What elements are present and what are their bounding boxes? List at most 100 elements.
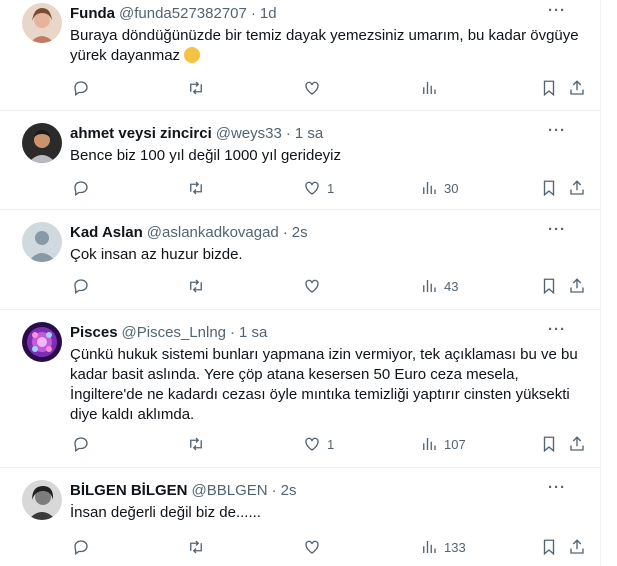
tweet-actions: 43: [70, 277, 584, 297]
tweet-text: Çok insan az huzur bizde.: [70, 246, 243, 263]
views-button[interactable]: 30: [420, 179, 458, 197]
more-options-button[interactable]: ···: [548, 2, 566, 19]
share-button[interactable]: [568, 538, 586, 556]
views-icon: [423, 280, 436, 292]
reply-button[interactable]: [72, 538, 90, 556]
tweet-text: Bence biz 100 yıl değil 1000 yıl geridey…: [70, 147, 341, 164]
retweet-icon: [190, 279, 202, 293]
bookmark-icon: [543, 80, 555, 97]
reply-icon: [74, 437, 88, 453]
tweet[interactable]: ahmet veysi zincirci @weys33 · 1 sa ··· …: [0, 111, 600, 210]
share-button[interactable]: [568, 179, 586, 197]
tweet[interactable]: Funda @funda527382707 · 1d ··· Buraya dö…: [0, 0, 600, 111]
avatar[interactable]: [22, 480, 62, 520]
bookmark-button[interactable]: [540, 179, 558, 197]
more-options-button[interactable]: ···: [548, 122, 566, 139]
views-button[interactable]: 107: [420, 435, 466, 453]
views-icon: [423, 438, 436, 450]
heart-icon: [305, 181, 319, 195]
tweet-header: BİLGEN BİLGEN @BBLGEN · 2s: [70, 481, 297, 501]
user-handle[interactable]: @aslankadkovagad: [147, 223, 279, 243]
bookmark-icon: [543, 278, 555, 295]
views-icon: [423, 541, 436, 553]
display-name[interactable]: ahmet veysi zincirci: [70, 124, 212, 144]
retweet-button[interactable]: [187, 277, 205, 295]
share-icon: [570, 436, 584, 451]
timestamp[interactable]: 1 sa: [295, 124, 323, 144]
avatar[interactable]: [22, 123, 62, 163]
bookmark-icon: [543, 180, 555, 197]
retweet-button[interactable]: [187, 79, 205, 97]
reply-button[interactable]: [72, 79, 90, 97]
views-button[interactable]: 43: [420, 277, 458, 295]
like-button[interactable]: 1: [303, 435, 334, 453]
display-name[interactable]: Funda: [70, 4, 115, 24]
timestamp[interactable]: 1 sa: [239, 323, 267, 343]
retweet-icon: [190, 437, 202, 451]
heart-icon: [305, 437, 319, 451]
retweet-icon: [190, 540, 202, 554]
share-button[interactable]: [568, 79, 586, 97]
view-count: 107: [444, 436, 466, 452]
tweet[interactable]: BİLGEN BİLGEN @BBLGEN · 2s ··· İnsan değ…: [0, 468, 600, 566]
reply-button[interactable]: [72, 435, 90, 453]
more-options-button[interactable]: ···: [548, 221, 566, 238]
avatar[interactable]: [22, 3, 62, 43]
avatar[interactable]: [22, 322, 62, 362]
reply-button[interactable]: [72, 179, 90, 197]
reply-icon: [74, 81, 88, 97]
like-count: 1: [327, 180, 335, 196]
display-name[interactable]: Pisces: [70, 323, 118, 343]
share-button[interactable]: [568, 277, 586, 295]
display-name[interactable]: BİLGEN BİLGEN: [70, 481, 188, 501]
bookmark-button[interactable]: [540, 538, 558, 556]
view-count: 43: [444, 278, 459, 294]
timestamp[interactable]: 1d: [260, 4, 277, 24]
views-icon: [423, 82, 436, 94]
avatar[interactable]: [22, 222, 62, 262]
like-button[interactable]: [303, 79, 327, 97]
more-options-button[interactable]: ···: [548, 321, 566, 338]
user-handle[interactable]: @weys33: [216, 124, 282, 144]
share-icon: [570, 80, 584, 95]
tweet-header: ahmet veysi zincirci @weys33 · 1 sa: [70, 124, 324, 144]
reply-button[interactable]: [72, 277, 90, 295]
views-icon: [423, 182, 436, 194]
bookmark-icon: [543, 436, 555, 453]
user-handle[interactable]: @funda527382707: [119, 4, 247, 24]
heart-icon: [305, 279, 319, 293]
reply-icon: [74, 540, 88, 556]
tweet[interactable]: Kad Aslan @aslankadkovagad · 2s ··· Çok …: [0, 210, 600, 310]
bookmark-button[interactable]: [540, 277, 558, 295]
timestamp[interactable]: 2s: [292, 223, 308, 243]
bookmark-button[interactable]: [540, 435, 558, 453]
like-button[interactable]: [303, 277, 327, 295]
views-button[interactable]: [420, 79, 444, 97]
tweet-text: Buraya döndüğünüzde bir temiz dayak yeme…: [70, 27, 583, 64]
views-button[interactable]: 133: [420, 538, 466, 556]
retweet-button[interactable]: [187, 538, 205, 556]
like-button[interactable]: [303, 538, 327, 556]
bookmark-button[interactable]: [540, 79, 558, 97]
tweet-header: Pisces @Pisces_Lnlng · 1 sa: [70, 323, 268, 343]
reply-icon: [74, 279, 88, 295]
share-icon: [570, 180, 584, 195]
retweet-icon: [190, 181, 202, 195]
user-handle[interactable]: @BBLGEN: [192, 481, 268, 501]
timestamp[interactable]: 2s: [281, 481, 297, 501]
heart-icon: [305, 81, 319, 95]
retweet-button[interactable]: [187, 435, 205, 453]
like-button[interactable]: 1: [303, 179, 334, 197]
display-name[interactable]: Kad Aslan: [70, 223, 143, 243]
reply-icon: [74, 181, 88, 197]
share-icon: [570, 278, 584, 293]
more-options-button[interactable]: ···: [548, 479, 566, 496]
bookmark-icon: [543, 539, 555, 556]
tweet-actions: 133: [70, 538, 584, 558]
heart-icon: [305, 540, 319, 554]
share-button[interactable]: [568, 435, 586, 453]
tweet[interactable]: Pisces @Pisces_Lnlng · 1 sa ··· Çünkü hu…: [0, 310, 600, 468]
retweet-button[interactable]: [187, 179, 205, 197]
user-handle[interactable]: @Pisces_Lnlng: [122, 323, 226, 343]
tweet-actions: 1 107: [70, 435, 584, 455]
